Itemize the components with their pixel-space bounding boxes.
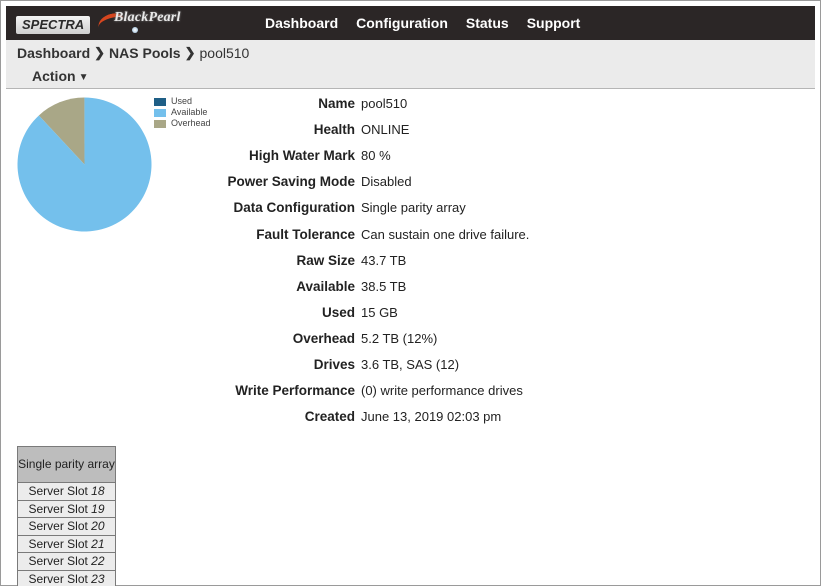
server-slot-cell[interactable]: Server Slot 21: [17, 534, 116, 553]
nav-status[interactable]: Status: [457, 6, 518, 40]
caret-down-icon: ▼: [78, 71, 89, 83]
spectra-logo-text: SPECTRA: [16, 16, 91, 34]
detail-value: 38.5 TB: [361, 278, 407, 294]
breadcrumb-dashboard[interactable]: Dashboard: [17, 45, 90, 61]
server-slot-cell[interactable]: Server Slot 22: [17, 552, 116, 571]
slot-prefix: Server Slot: [28, 484, 92, 499]
chevron-right-icon: ❯: [184, 45, 196, 60]
slot-number: 22: [91, 554, 105, 569]
blackpearl-logo-text: BlackPearl: [114, 10, 181, 25]
slot-table-header: Single parity array: [17, 446, 116, 483]
spectra-blackpearl-logo[interactable]: SPECTRA BlackPearl: [14, 10, 190, 36]
detail-value: ONLINE: [361, 122, 410, 138]
detail-value: Disabled: [361, 174, 412, 190]
detail-value: Single parity array: [361, 200, 466, 216]
slot-row: Server Slot 23: [17, 569, 116, 586]
slot-row: Server Slot 21: [17, 534, 116, 553]
detail-label: Write Performance: [235, 383, 355, 399]
slot-prefix: Server Slot: [28, 554, 92, 569]
detail-value: June 13, 2019 02:03 pm: [361, 409, 502, 425]
nav-dashboard[interactable]: Dashboard: [256, 6, 347, 40]
detail-value: 3.6 TB, SAS (12): [361, 357, 460, 372]
breadcrumb: Dashboard ❯ NAS Pools ❯ pool510: [17, 45, 249, 61]
slot-number: 19: [91, 501, 105, 516]
detail-label: Name: [318, 96, 355, 111]
detail-label: Used: [321, 304, 355, 320]
detail-label: Drives: [313, 357, 355, 372]
chevron-right-icon: ❯: [94, 45, 106, 60]
nav-support[interactable]: Support: [518, 6, 590, 40]
server-slot-cell[interactable]: Server Slot 23: [17, 569, 116, 586]
nav-configuration[interactable]: Configuration: [347, 6, 457, 40]
detail-value: 5.2 TB (12%): [361, 330, 438, 346]
slot-number: 18: [91, 484, 105, 499]
detail-value: 80 %: [361, 148, 391, 164]
breadcrumb-nas-pools[interactable]: NAS Pools: [109, 45, 181, 61]
server-slot-cell[interactable]: Server Slot 19: [17, 499, 116, 518]
main-nav: Dashboard Configuration Status Support: [256, 6, 589, 40]
slot-row: Server Slot 18: [17, 482, 116, 501]
detail-value: pool510: [361, 96, 408, 111]
action-menu-label: Action: [32, 68, 76, 84]
slot-number: 21: [91, 536, 105, 551]
slot-prefix: Server Slot: [28, 519, 92, 534]
slot-prefix: Server Slot: [28, 501, 92, 516]
slot-row: Server Slot 20: [17, 517, 116, 536]
detail-value: Can sustain one drive failure.: [361, 226, 530, 242]
server-slot-cell[interactable]: Server Slot 20: [17, 517, 116, 536]
detail-label: Available: [296, 278, 355, 294]
breadcrumb-current: pool510: [199, 45, 250, 61]
slot-number: 20: [91, 519, 105, 534]
slot-number: 23: [91, 571, 105, 586]
breadcrumb-band: Dashboard ❯ NAS Pools ❯ pool510 Action ▼: [6, 40, 815, 89]
slot-row: Server Slot 19: [17, 499, 116, 518]
detail-label: High Water Mark: [248, 148, 355, 164]
detail-label: Raw Size: [296, 252, 355, 268]
top-navigation-bar: SPECTRA BlackPearl Dashboard Configurati…: [6, 6, 815, 40]
detail-value: 43.7 TB: [361, 252, 407, 268]
detail-label: Power Saving Mode: [227, 174, 355, 190]
detail-label: Health: [313, 122, 355, 138]
action-menu-button[interactable]: Action ▼: [32, 68, 88, 84]
slot-prefix: Server Slot: [28, 571, 92, 586]
slot-row: Server Slot 22: [17, 552, 116, 571]
detail-label: Data Configuration: [233, 200, 356, 216]
slot-table: Single parity array Server Slot 18 Server…: [17, 446, 116, 586]
detail-value: (0) write performance drives: [361, 383, 523, 399]
detail-value: 15 GB: [361, 304, 398, 320]
pearl-icon: [132, 27, 138, 33]
slot-prefix: Server Slot: [28, 536, 92, 551]
detail-label: Overhead: [292, 330, 355, 346]
detail-label: Fault Tolerance: [256, 226, 355, 242]
detail-label: Created: [304, 409, 355, 425]
server-slot-cell[interactable]: Server Slot 18: [17, 482, 116, 501]
